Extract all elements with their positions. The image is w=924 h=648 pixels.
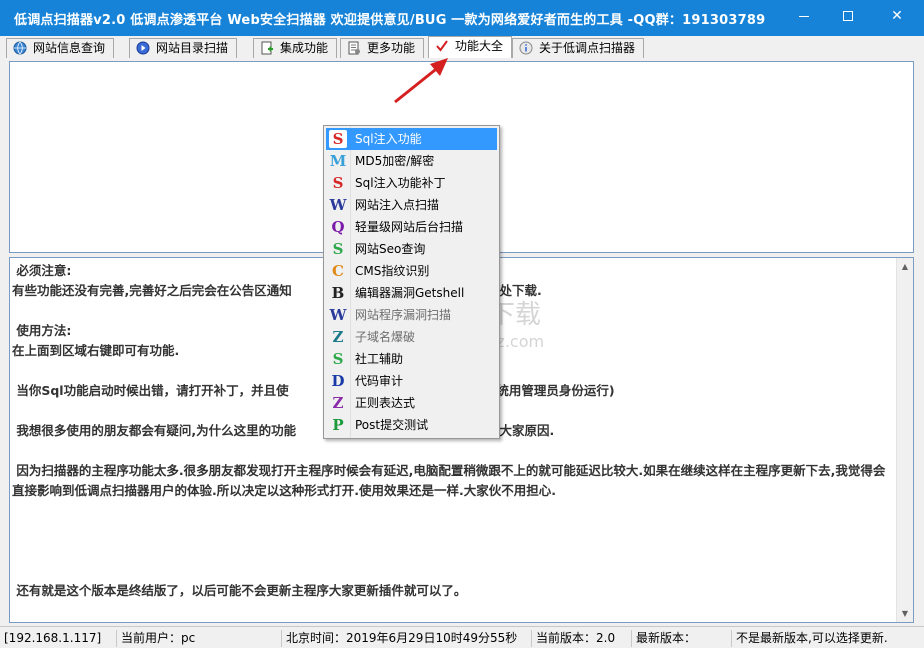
status-latest: 最新版本： bbox=[631, 630, 696, 647]
menu-item-label: 正则表达式 bbox=[355, 396, 416, 410]
s-letter-icon: S bbox=[332, 174, 344, 192]
menu-item-label: 社工辅助 bbox=[355, 352, 404, 366]
play-circle-icon bbox=[136, 41, 150, 55]
menu-item-label: Post提交测试 bbox=[355, 418, 429, 432]
menu-item-label: 子域名爆破 bbox=[355, 330, 416, 344]
status-bar: [192.168.1.117] 当前用户：pc 北京时间：2019年6月29日1… bbox=[0, 626, 924, 648]
tab-label: 集成功能 bbox=[280, 41, 329, 55]
menu-item-label: 网站Seo查询 bbox=[355, 242, 426, 256]
d-letter-icon: D bbox=[331, 372, 345, 390]
tab-label: 网站目录扫描 bbox=[156, 41, 229, 55]
status-time: 北京时间：2019年6月29日10时49分55秒 bbox=[281, 630, 517, 647]
context-menu: S Sql注入功能 M MD5加密/解密 S Sql注入功能补丁 W 网站注入点扫描 Q 轻量级网… bbox=[323, 125, 500, 439]
menu-item[interactable]: Q 轻量级网站后台扫描 bbox=[326, 216, 497, 238]
menu-item-label: 代码审计 bbox=[355, 374, 404, 388]
menu-item-label: 编辑器漏洞Getshell bbox=[355, 286, 465, 300]
menu-item[interactable]: W 网站注入点扫描 bbox=[326, 194, 497, 216]
close-button[interactable]: ✕ bbox=[870, 0, 924, 32]
document-gear-icon bbox=[348, 41, 360, 55]
tab-site-info[interactable]: 网站信息查询 bbox=[6, 38, 115, 58]
p-letter-icon: P bbox=[332, 416, 344, 434]
menu-item[interactable]: S 社工辅助 bbox=[326, 348, 497, 370]
menu-item[interactable]: B 编辑器漏洞Getshell bbox=[326, 282, 497, 304]
tab-label: 网站信息查询 bbox=[33, 41, 106, 55]
menu-item[interactable]: D 代码审计 bbox=[326, 370, 497, 392]
tab-dir-scan[interactable]: 网站目录扫描 bbox=[129, 38, 238, 58]
menu-item[interactable]: W 网站程序漏洞扫描 bbox=[326, 304, 497, 326]
q-letter-icon: Q bbox=[331, 218, 345, 236]
status-ip: [192.168.1.117] bbox=[4, 631, 102, 645]
menu-item-label: Sql注入功能补丁 bbox=[355, 176, 446, 190]
status-user: 当前用户：pc bbox=[116, 630, 195, 647]
menu-item[interactable]: C CMS指纹识别 bbox=[326, 260, 497, 282]
menu-item[interactable]: S Sql注入功能 bbox=[326, 128, 497, 150]
s-letter-icon: S bbox=[332, 350, 344, 368]
title-bar: 低调点扫描器v2.0 低调点渗透平台 Web安全扫描器 欢迎提供意见/BUG 一… bbox=[0, 0, 924, 36]
s-letter-icon: S bbox=[332, 240, 344, 258]
z-letter-icon: Z bbox=[332, 394, 344, 412]
menu-item[interactable]: S Sql注入功能补丁 bbox=[326, 172, 497, 194]
menu-item[interactable]: M MD5加密/解密 bbox=[326, 150, 497, 172]
minimize-icon bbox=[799, 15, 809, 17]
m-letter-icon: M bbox=[329, 152, 347, 170]
w-letter-icon: W bbox=[329, 306, 347, 324]
vertical-scrollbar[interactable]: ▲ ▼ bbox=[896, 258, 913, 622]
menu-item[interactable]: P Post提交测试 bbox=[326, 414, 497, 436]
scroll-up-icon[interactable]: ▲ bbox=[897, 258, 913, 275]
menu-item-label: MD5加密/解密 bbox=[355, 154, 435, 168]
info-icon bbox=[519, 41, 533, 55]
status-update-note: 不是最新版本,可以选择更新. bbox=[731, 630, 888, 647]
close-icon: ✕ bbox=[891, 8, 903, 24]
status-version: 当前版本：2.0 bbox=[531, 630, 615, 647]
minimize-button[interactable] bbox=[782, 0, 826, 32]
b-letter-icon: B bbox=[331, 284, 345, 302]
tab-about[interactable]: 关于低调点扫描器 bbox=[512, 38, 645, 58]
z-letter-icon: Z bbox=[332, 328, 344, 346]
menu-item-label: CMS指纹识别 bbox=[355, 264, 430, 278]
w-letter-icon: W bbox=[329, 196, 347, 214]
menu-item[interactable]: Z 正则表达式 bbox=[326, 392, 497, 414]
tab-label: 关于低调点扫描器 bbox=[539, 41, 636, 55]
document-add-icon bbox=[261, 41, 273, 55]
pointer-arrow-icon bbox=[394, 58, 448, 104]
menu-item-label: Sql注入功能 bbox=[355, 132, 422, 146]
maximize-button[interactable] bbox=[826, 0, 870, 32]
tab-integrated[interactable]: 集成功能 bbox=[253, 38, 338, 58]
maximize-icon bbox=[843, 11, 853, 21]
window-title: 低调点扫描器v2.0 低调点渗透平台 Web安全扫描器 欢迎提供意见/BUG 一… bbox=[14, 13, 766, 28]
scroll-down-icon[interactable]: ▼ bbox=[897, 605, 913, 622]
menu-item[interactable]: S 网站Seo查询 bbox=[326, 238, 497, 260]
menu-item-label: 网站注入点扫描 bbox=[355, 198, 440, 212]
s-letter-icon: S bbox=[329, 130, 347, 148]
c-letter-icon: C bbox=[332, 262, 344, 280]
menu-item-label: 网站程序漏洞扫描 bbox=[355, 308, 452, 322]
globe-icon bbox=[13, 41, 27, 55]
menu-item-label: 轻量级网站后台扫描 bbox=[355, 220, 464, 234]
menu-item[interactable]: Z 子域名爆破 bbox=[326, 326, 497, 348]
